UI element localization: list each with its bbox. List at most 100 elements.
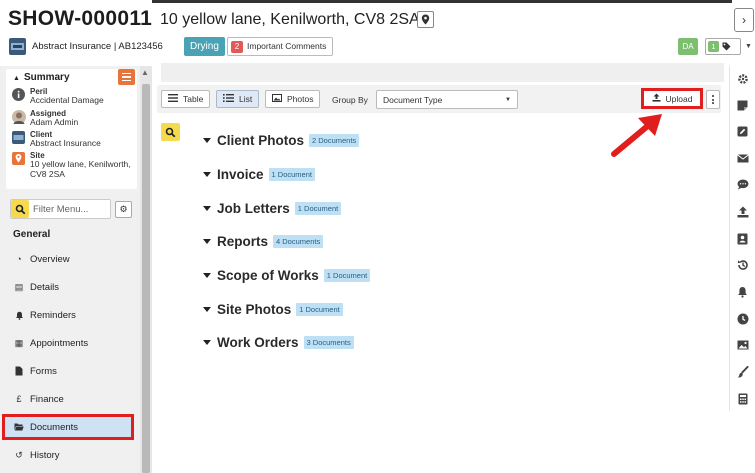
gear-icon: ⚙ bbox=[119, 204, 128, 214]
edit-icon[interactable] bbox=[734, 123, 751, 140]
table-view-button[interactable]: Table bbox=[161, 90, 211, 108]
document-count-badge: 2 Documents bbox=[309, 133, 360, 147]
group-by-select[interactable]: Document Type ▼ bbox=[376, 90, 518, 109]
job-id-title: SHOW-000011 bbox=[8, 7, 153, 30]
main-top-strip bbox=[161, 63, 724, 82]
caret-down-icon bbox=[203, 171, 211, 177]
sidebar-item-appointments[interactable]: ▦ Appointments bbox=[4, 332, 133, 354]
note-icon[interactable] bbox=[734, 97, 751, 114]
caret-down-icon bbox=[203, 339, 211, 345]
caret-up-icon: ▲ bbox=[13, 75, 20, 82]
search-icon bbox=[165, 127, 176, 137]
sidebar-item-forms[interactable]: Forms bbox=[4, 360, 133, 382]
red-arrow-annotation bbox=[611, 114, 662, 157]
client-reference: Abstract Insurance | AB123456 bbox=[32, 41, 163, 52]
sidebar-item-overview[interactable]: ◔ Overview bbox=[4, 248, 133, 270]
summary-menu-button[interactable] bbox=[118, 69, 135, 85]
history-icon[interactable] bbox=[734, 256, 751, 273]
right-rail-divider bbox=[729, 66, 730, 411]
history-icon: ↺ bbox=[15, 449, 23, 460]
caret-down-icon bbox=[203, 306, 211, 312]
envelope-icon[interactable] bbox=[734, 150, 751, 167]
caret-down-icon bbox=[203, 205, 211, 211]
peril-value: Accidental Damage bbox=[30, 95, 104, 105]
brush-icon[interactable] bbox=[734, 363, 751, 380]
filter-settings-button[interactable]: ⚙ bbox=[115, 201, 132, 218]
document-group-reports[interactable]: Reports 4 Documents bbox=[203, 232, 324, 250]
caret-down-icon bbox=[203, 272, 211, 278]
map-pin-button[interactable] bbox=[417, 11, 434, 28]
upload-button[interactable]: Upload bbox=[641, 88, 703, 109]
image-icon bbox=[272, 94, 282, 104]
upload-icon[interactable] bbox=[734, 203, 751, 220]
tags-button[interactable]: 1 bbox=[705, 38, 741, 55]
caret-down-icon: ▼ bbox=[745, 43, 752, 50]
document-group-scope-of-works[interactable]: Scope of Works 1 Document bbox=[203, 266, 371, 284]
filter-menu-input[interactable] bbox=[33, 201, 109, 217]
file-icon bbox=[14, 366, 24, 376]
image-icon[interactable] bbox=[734, 336, 751, 353]
job-address: 10 yellow lane, Kenilworth, CV8 2SA bbox=[160, 11, 420, 28]
document-count-badge: 4 Documents bbox=[273, 234, 324, 248]
tags-dropdown-caret[interactable]: ▼ bbox=[742, 38, 755, 55]
important-comments-button[interactable]: 2 Important Comments bbox=[227, 37, 334, 56]
sms-icon[interactable] bbox=[734, 176, 751, 193]
assigned-avatar bbox=[12, 110, 26, 124]
chevron-right-icon: › bbox=[742, 13, 746, 27]
status-badge[interactable]: Drying bbox=[184, 37, 225, 56]
calculator-icon[interactable] bbox=[734, 390, 751, 407]
collapse-panel-button[interactable]: › bbox=[734, 8, 754, 32]
sidebar-item-details[interactable]: ▤ Details bbox=[4, 276, 133, 298]
tag-icon bbox=[722, 42, 731, 51]
document-count-badge: 3 Documents bbox=[303, 335, 354, 349]
search-icon[interactable] bbox=[11, 200, 29, 218]
bell-icon bbox=[14, 310, 24, 320]
document-count-badge: 1 Document bbox=[294, 201, 342, 215]
calendar-icon: ▦ bbox=[14, 337, 24, 348]
photos-view-button[interactable]: Photos bbox=[265, 90, 321, 108]
documents-highlight-annotation bbox=[2, 414, 134, 440]
document-group-site-photos[interactable]: Site Photos 1 Document bbox=[203, 300, 343, 318]
sidebar-item-finance[interactable]: £ Finance bbox=[4, 388, 133, 410]
summary-card bbox=[6, 69, 137, 189]
sidebar-item-history[interactable]: ↺ History bbox=[4, 444, 133, 466]
sidebar-scrollbar-thumb[interactable] bbox=[142, 84, 150, 473]
document-count-badge: 1 Document bbox=[296, 302, 343, 316]
table-lines-icon bbox=[168, 94, 178, 104]
sidebar-section-heading: General bbox=[13, 229, 51, 240]
document-count-badge: 1 Document bbox=[268, 167, 315, 181]
pound-icon: £ bbox=[16, 394, 22, 404]
document-group-work-orders[interactable]: Work Orders 3 Documents bbox=[203, 333, 354, 351]
comments-label: Important Comments bbox=[247, 41, 327, 51]
tag-count-badge: 1 bbox=[708, 41, 719, 52]
upload-icon bbox=[652, 93, 661, 104]
gear-icon[interactable] bbox=[734, 70, 751, 87]
site-marker-icon bbox=[12, 152, 25, 165]
summary-heading[interactable]: ▲ Summary bbox=[13, 72, 70, 83]
top-accent-bar bbox=[152, 0, 732, 3]
scroll-up-arrow-icon[interactable]: ▲ bbox=[141, 68, 149, 77]
map-marker-icon bbox=[421, 14, 430, 25]
assignee-avatar[interactable]: DA bbox=[678, 38, 698, 55]
comments-count-badge: 2 bbox=[231, 40, 243, 53]
caret-down-icon bbox=[203, 137, 211, 143]
list-view-button[interactable]: List bbox=[216, 90, 260, 108]
client-logo bbox=[9, 38, 26, 55]
bell-icon[interactable] bbox=[734, 283, 751, 300]
document-count-badge: 1 Document bbox=[323, 268, 371, 282]
search-documents-button[interactable] bbox=[161, 123, 180, 141]
client-value: Abstract Insurance bbox=[30, 138, 101, 148]
info-icon bbox=[12, 88, 25, 101]
sidebar-item-reminders[interactable]: Reminders bbox=[4, 304, 133, 326]
client-logo-small bbox=[12, 131, 25, 144]
caret-down-icon: ▼ bbox=[505, 96, 511, 103]
document-group-invoice[interactable]: Invoice 1 Document bbox=[203, 165, 315, 183]
contact-card-icon[interactable] bbox=[734, 230, 751, 247]
clock-icon[interactable] bbox=[734, 310, 751, 327]
document-group-client-photos[interactable]: Client Photos 2 Documents bbox=[203, 131, 360, 149]
group-by-label: Group By bbox=[332, 95, 368, 105]
document-group-job-letters[interactable]: Job Letters 1 Document bbox=[203, 199, 342, 217]
more-options-button[interactable] bbox=[706, 90, 720, 109]
tachometer-icon: ◔ bbox=[16, 254, 22, 264]
site-value-line-2: CV8 2SA bbox=[30, 169, 65, 179]
